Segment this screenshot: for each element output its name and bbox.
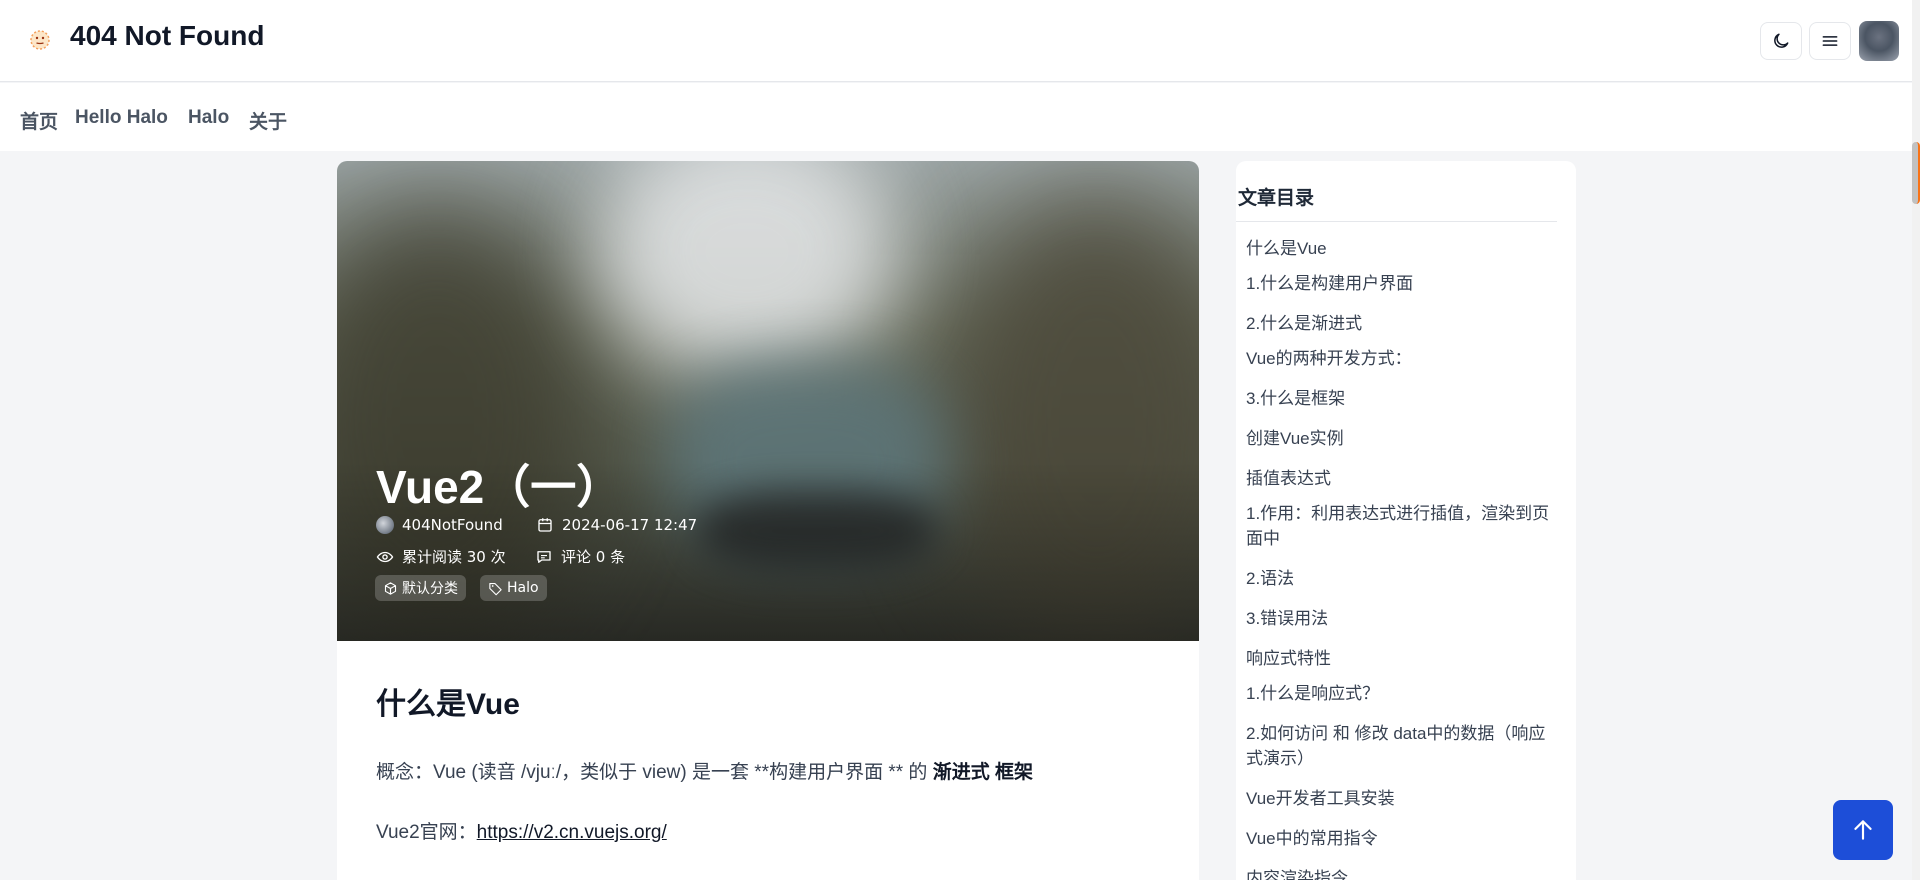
tag-halo[interactable]: Halo bbox=[480, 575, 547, 601]
views-text: 累计阅读 30 次 bbox=[402, 548, 506, 566]
hamburger-menu-icon bbox=[1822, 36, 1838, 46]
toc-item[interactable]: 响应式特性 bbox=[1246, 646, 1556, 671]
menu-button[interactable] bbox=[1809, 22, 1851, 60]
smiley-sun-icon[interactable] bbox=[26, 26, 54, 54]
post-date: 2024-06-17 12:47 bbox=[536, 516, 697, 534]
paragraph-concept: 概念：Vue (读音 /vjuː/，类似于 view) 是一套 **构建用户界面… bbox=[376, 757, 1033, 784]
toc-item[interactable]: 内容渲染指令 bbox=[1246, 866, 1556, 880]
eye-icon bbox=[376, 551, 394, 562]
paragraph-text: Vue2官网： bbox=[376, 822, 477, 843]
nav-item-about[interactable]: 关于 bbox=[249, 107, 287, 134]
bold-text: 渐进式 框架 bbox=[932, 762, 1033, 783]
toc-item[interactable]: 1.什么是响应式？ bbox=[1246, 681, 1556, 706]
toc-item[interactable]: 插值表达式 bbox=[1246, 466, 1556, 491]
tag-label: Halo bbox=[507, 580, 539, 596]
toc-item[interactable]: 2.如何访问 和 修改 data中的数据（响应式演示） bbox=[1246, 721, 1556, 771]
author-avatar bbox=[376, 516, 394, 534]
theme-toggle-button[interactable] bbox=[1760, 22, 1802, 60]
toc-item[interactable]: 什么是Vue bbox=[1246, 236, 1556, 261]
article-card: Vue2（一） 404NotFound 2024-06-17 12:47 累计阅… bbox=[337, 161, 1199, 880]
author-name: 404NotFound bbox=[402, 516, 503, 534]
toc-item[interactable]: Vue开发者工具安装 bbox=[1246, 786, 1556, 811]
moon-icon bbox=[1774, 33, 1789, 48]
arrow-up-icon bbox=[1854, 820, 1872, 840]
toc-item[interactable]: Vue的两种开发方式： bbox=[1246, 346, 1556, 371]
toc-item[interactable]: 3.错误用法 bbox=[1246, 606, 1556, 631]
category-tag[interactable]: 默认分类 bbox=[375, 575, 466, 601]
toc-title: 文章目录 bbox=[1238, 188, 1315, 209]
site-title[interactable]: 404 Not Found bbox=[70, 20, 264, 52]
post-views: 累计阅读 30 次 bbox=[376, 546, 506, 567]
comments-text: 评论 0 条 bbox=[561, 548, 626, 566]
site-header: 404 Not Found bbox=[0, 0, 1912, 82]
back-to-top-button[interactable] bbox=[1833, 800, 1893, 860]
scroll-thumb[interactable] bbox=[1912, 142, 1920, 204]
page-scrollbar[interactable] bbox=[1912, 0, 1920, 880]
toc-item[interactable]: 2.什么是渐进式 bbox=[1246, 311, 1556, 336]
date-text: 2024-06-17 12:47 bbox=[562, 516, 698, 534]
toc-item[interactable]: Vue中的常用指令 bbox=[1246, 826, 1556, 851]
paragraph-text: 概念：Vue (读音 /vjuː/，类似于 view) 是一套 **构建用户界面… bbox=[376, 762, 933, 783]
category-label: 默认分类 bbox=[402, 581, 458, 597]
comment-icon bbox=[537, 550, 551, 563]
toc-item[interactable]: 2.语法 bbox=[1246, 566, 1556, 591]
toc-divider bbox=[1236, 221, 1557, 222]
cover-image: Vue2（一） 404NotFound 2024-06-17 12:47 累计阅… bbox=[337, 161, 1199, 641]
vue2-site-link[interactable]: https://v2.cn.vuejs.org/ bbox=[477, 822, 667, 843]
post-author[interactable]: 404NotFound bbox=[376, 516, 503, 534]
post-comments[interactable]: 评论 0 条 bbox=[535, 546, 625, 567]
toc-panel: 文章目录 什么是Vue 1.什么是构建用户界面 2.什么是渐进式 Vue的两种开… bbox=[1236, 161, 1576, 880]
user-avatar[interactable] bbox=[1859, 21, 1899, 61]
toc-item[interactable]: 创建Vue实例 bbox=[1246, 426, 1556, 451]
post-title: Vue2（一） bbox=[376, 461, 623, 513]
calendar-icon bbox=[538, 518, 552, 532]
toc-item[interactable]: 1.作用：利用表达式进行插值，渲染到页面中 bbox=[1246, 501, 1556, 551]
main-nav: 首页 Hello Halo Halo 关于 bbox=[0, 83, 1912, 151]
toc-item[interactable]: 1.什么是构建用户界面 bbox=[1246, 271, 1556, 296]
tag-icon bbox=[489, 582, 502, 595]
nav-item-halo[interactable]: Halo bbox=[188, 107, 229, 129]
nav-item-home[interactable]: 首页 bbox=[20, 107, 58, 134]
paragraph-site: Vue2官网：https://v2.cn.vuejs.org/ bbox=[376, 817, 667, 844]
cube-icon bbox=[384, 581, 397, 595]
nav-item-hello-halo[interactable]: Hello Halo bbox=[75, 107, 168, 129]
section-heading: 什么是Vue bbox=[376, 688, 520, 721]
toc-item[interactable]: 3.什么是框架 bbox=[1246, 386, 1556, 411]
